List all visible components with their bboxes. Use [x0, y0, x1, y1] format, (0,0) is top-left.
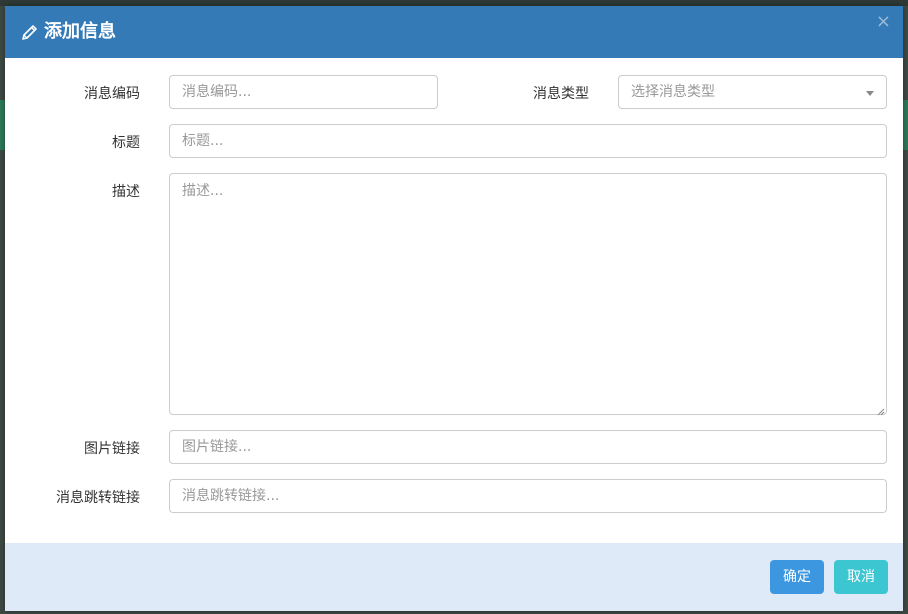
- title-input[interactable]: 标题...: [169, 124, 887, 158]
- dialog-title-text: 添加信息: [44, 21, 116, 42]
- image-input[interactable]: 图片链接...: [169, 430, 887, 464]
- code-input[interactable]: 消息编码...: [169, 75, 438, 109]
- cancel-button[interactable]: 取消: [834, 560, 888, 594]
- jump-label: 消息跳转链接: [56, 490, 140, 506]
- desc-placeholder: 描述...: [182, 183, 224, 199]
- dialog-footer: 确定 取消: [5, 543, 903, 611]
- code-label: 消息编码: [84, 86, 140, 102]
- caret-down-icon: [866, 91, 874, 96]
- pencil-icon: [20, 22, 40, 42]
- code-placeholder: 消息编码...: [182, 84, 252, 100]
- jump-placeholder: 消息跳转链接...: [182, 488, 280, 504]
- desc-label: 描述: [112, 184, 140, 200]
- title-label: 标题: [112, 135, 140, 151]
- image-placeholder: 图片链接...: [182, 439, 252, 455]
- close-button[interactable]: ×: [876, 12, 891, 32]
- confirm-button[interactable]: 确定: [770, 560, 824, 594]
- add-info-dialog: 添加信息 × 消息编码 消息编码... 消息类型 选择消息类型 标题 标题...…: [5, 6, 903, 611]
- image-label: 图片链接: [84, 441, 140, 457]
- type-select[interactable]: 选择消息类型: [618, 75, 887, 109]
- type-placeholder: 选择消息类型: [631, 84, 715, 100]
- title-placeholder: 标题...: [182, 133, 224, 149]
- jump-input[interactable]: 消息跳转链接...: [169, 479, 887, 513]
- type-label: 消息类型: [533, 86, 589, 102]
- dialog-header: 添加信息 ×: [5, 6, 903, 58]
- resize-grip-icon[interactable]: [876, 404, 885, 416]
- desc-textarea[interactable]: 描述...: [169, 173, 887, 416]
- dialog-title: 添加信息: [20, 20, 116, 44]
